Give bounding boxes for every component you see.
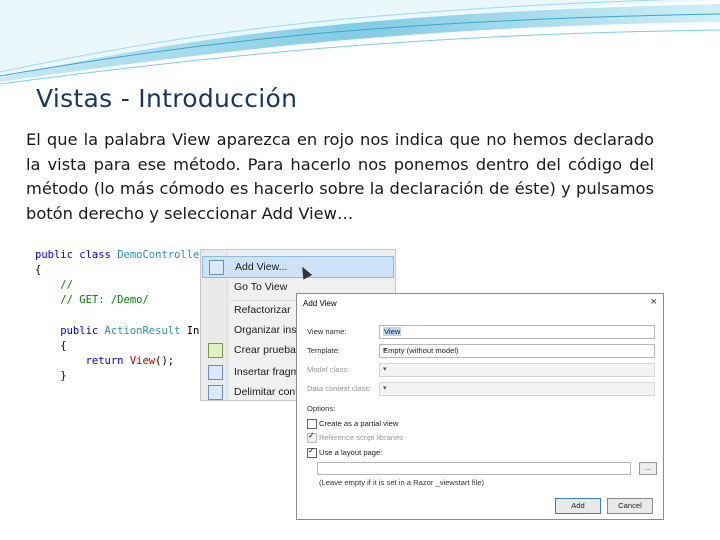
options-label: Options: [307,404,336,413]
code-text: (); [155,355,175,367]
partial-view-checkbox[interactable] [307,419,317,429]
add-view-dialog: Add View × View name: View Template: Emp… [296,293,664,520]
cancel-button[interactable]: Cancel [607,498,653,514]
add-view-icon [209,260,224,275]
header-swoosh [0,0,720,85]
code-editor-screenshot: public class DemoControlle { // // GET: … [27,243,207,400]
menu-item-label: Go To View [234,281,288,293]
menu-item-label: Delimitar con [234,386,296,398]
use-layout-checkbox[interactable] [307,446,317,458]
surround-icon [208,385,223,400]
code-comment: // GET: /Demo/ [35,294,149,306]
menu-item-add-view[interactable]: Add View... [202,256,394,278]
code-type: ActionResult [104,325,187,337]
code-undeclared-view[interactable]: View [130,355,155,367]
chevron-down-icon: ▾ [383,366,387,373]
code-keyword: return [35,355,130,367]
code-type: DemoControlle [117,249,200,261]
test-icon [208,343,223,358]
view-name-value: View [383,327,402,336]
chevron-down-icon: ▾ [383,347,387,354]
go-to-view-icon [208,280,221,293]
snippet-icon [208,365,223,380]
chevron-down-icon: ▾ [383,385,387,392]
dialog-title: Add View [303,299,337,308]
menu-item-label: Refactorizar [234,304,291,316]
add-button[interactable]: Add [555,498,601,514]
layout-hint: (Leave empty if it is set in a Razor _vi… [319,478,485,487]
reference-scripts-label: Reference script libraries [319,433,403,442]
template-select[interactable]: Empty (without model) ▾ [379,344,655,358]
view-name-label: View name: [307,327,347,336]
model-class-select: ▾ [379,363,655,377]
slide-title: Vistas - Introducción [36,84,298,113]
slide-body-text: El que la palabra View aparezca en rojo … [26,130,654,223]
browse-button[interactable]: ... [639,462,657,475]
code-keyword: public class [35,249,118,261]
layout-path-input[interactable] [317,462,631,475]
menu-item-label: Insertar fragm [234,366,300,378]
use-layout-label: Use a layout page: [319,448,383,457]
code-keyword: public [35,325,105,337]
view-name-input[interactable]: View [379,325,655,339]
code-text: In [186,325,200,337]
template-label: Template: [307,346,340,355]
code-comment: // [35,279,73,291]
menu-item-label: Crear pruebas [234,344,302,356]
close-icon[interactable]: × [651,296,657,308]
data-context-select: ▾ [379,382,655,396]
reference-scripts-checkbox [307,431,317,443]
code-line: { [35,340,67,352]
code-line: } [35,370,67,382]
partial-view-label: Create as a partial view [319,419,399,428]
model-class-label: Model class: [307,365,350,374]
data-context-label: Data context class: [307,384,372,393]
menu-item-label: Organizar inst [234,324,300,336]
code-line: { [35,264,42,276]
menu-item-label: Add View... [235,261,288,273]
